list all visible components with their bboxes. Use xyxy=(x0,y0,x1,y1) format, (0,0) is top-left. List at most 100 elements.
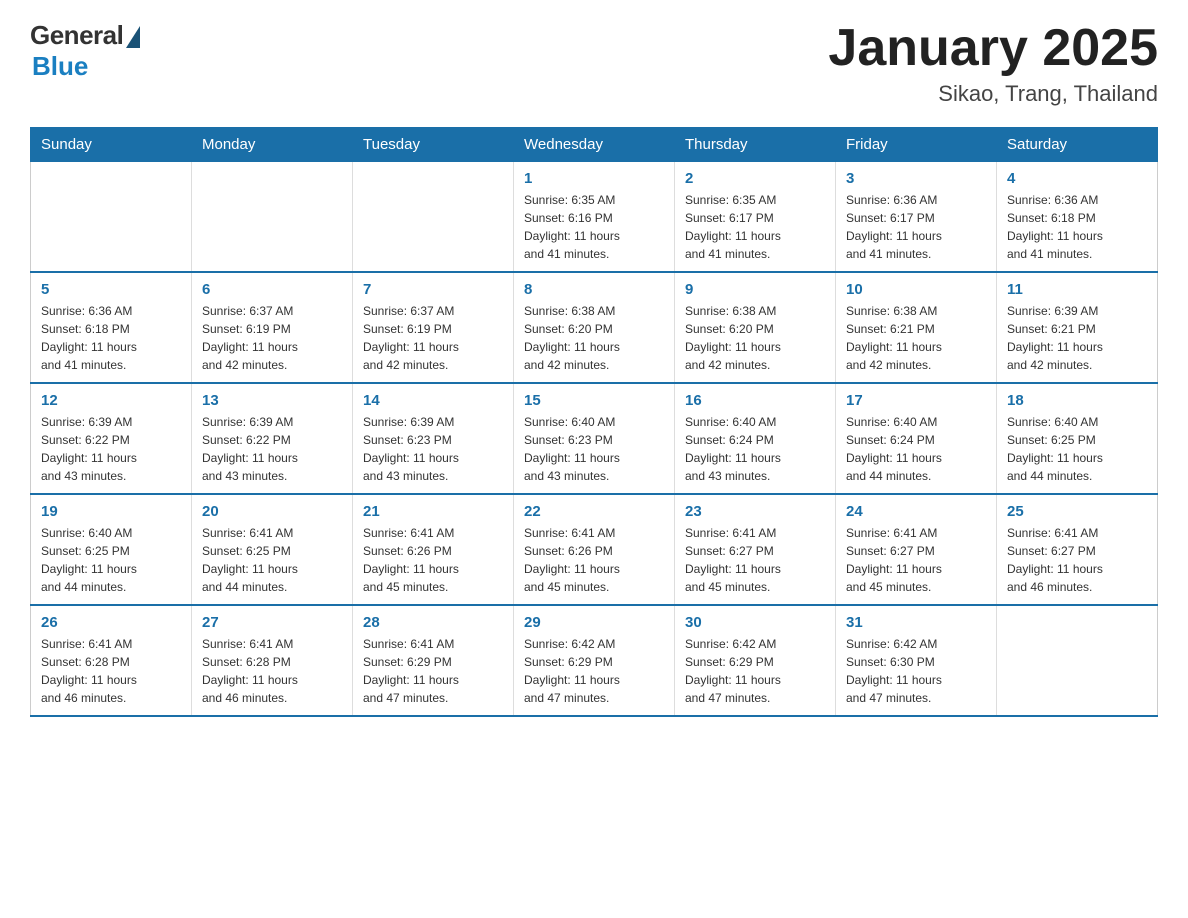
calendar-cell: 5Sunrise: 6:36 AM Sunset: 6:18 PM Daylig… xyxy=(31,272,192,383)
day-info: Sunrise: 6:41 AM Sunset: 6:27 PM Dayligh… xyxy=(685,524,825,596)
day-info: Sunrise: 6:36 AM Sunset: 6:17 PM Dayligh… xyxy=(846,191,986,263)
calendar-cell: 23 Sunrise: 6:41 AM Sunset: 6:27 PM Dayli… xyxy=(675,494,836,605)
day-info: Sunrise: 6:39 AM Sunset: 6:21 PM Dayligh… xyxy=(1007,302,1147,374)
day-number: 13 xyxy=(202,392,342,409)
day-number: 18 xyxy=(1007,392,1147,409)
day-number: 5 xyxy=(41,281,181,298)
calendar-week-row: 12Sunrise: 6:39 AM Sunset: 6:22 PM Dayli… xyxy=(31,383,1158,494)
logo: General Blue xyxy=(30,20,140,82)
day-info: Sunrise: 6:38 AM Sunset: 6:20 PM Dayligh… xyxy=(685,302,825,374)
calendar-cell: 13 Sunrise: 6:39 AM Sunset: 6:22 PM Dayli… xyxy=(192,383,353,494)
day-info: Sunrise: 6:37 AM Sunset: 6:19 PM Dayligh… xyxy=(363,302,503,374)
day-number: 21 xyxy=(363,503,503,520)
day-number: 10 xyxy=(846,281,986,298)
day-info: Sunrise: 6:42 AM Sunset: 6:29 PM Dayligh… xyxy=(524,635,664,707)
calendar-header-saturday: Saturday xyxy=(997,128,1158,162)
day-info: Sunrise: 6:39 AM Sunset: 6:22 PM Dayligh… xyxy=(202,413,342,485)
day-number: 14 xyxy=(363,392,503,409)
calendar-header-row: SundayMondayTuesdayWednesdayThursdayFrid… xyxy=(31,128,1158,162)
calendar-week-row: 26Sunrise: 6:41 AM Sunset: 6:28 PM Dayli… xyxy=(31,605,1158,716)
day-number: 3 xyxy=(846,170,986,187)
calendar-cell xyxy=(997,605,1158,716)
logo-general-text: General xyxy=(30,20,123,51)
calendar-cell: 31 Sunrise: 6:42 AM Sunset: 6:30 PM Dayli… xyxy=(836,605,997,716)
calendar-cell: 21Sunrise: 6:41 AM Sunset: 6:26 PM Dayli… xyxy=(353,494,514,605)
calendar-header-friday: Friday xyxy=(836,128,997,162)
day-number: 4 xyxy=(1007,170,1147,187)
calendar-cell: 26Sunrise: 6:41 AM Sunset: 6:28 PM Dayli… xyxy=(31,605,192,716)
day-info: Sunrise: 6:41 AM Sunset: 6:25 PM Dayligh… xyxy=(202,524,342,596)
day-info: Sunrise: 6:39 AM Sunset: 6:22 PM Dayligh… xyxy=(41,413,181,485)
calendar-cell: 10Sunrise: 6:38 AM Sunset: 6:21 PM Dayli… xyxy=(836,272,997,383)
page-header: General Blue January 2025 Sikao, Trang, … xyxy=(30,20,1158,107)
day-number: 31 xyxy=(846,614,986,631)
calendar-header-wednesday: Wednesday xyxy=(514,128,675,162)
day-number: 8 xyxy=(524,281,664,298)
day-number: 23 xyxy=(685,503,825,520)
calendar-cell: 14 Sunrise: 6:39 AM Sunset: 6:23 PM Dayli… xyxy=(353,383,514,494)
calendar-cell: 15 Sunrise: 6:40 AM Sunset: 6:23 PM Dayli… xyxy=(514,383,675,494)
day-info: Sunrise: 6:42 AM Sunset: 6:29 PM Dayligh… xyxy=(685,635,825,707)
day-info: Sunrise: 6:41 AM Sunset: 6:28 PM Dayligh… xyxy=(202,635,342,707)
calendar-cell xyxy=(353,162,514,273)
day-info: Sunrise: 6:41 AM Sunset: 6:29 PM Dayligh… xyxy=(363,635,503,707)
day-info: Sunrise: 6:38 AM Sunset: 6:20 PM Dayligh… xyxy=(524,302,664,374)
day-info: Sunrise: 6:35 AM Sunset: 6:17 PM Dayligh… xyxy=(685,191,825,263)
day-number: 28 xyxy=(363,614,503,631)
calendar-header-monday: Monday xyxy=(192,128,353,162)
day-info: Sunrise: 6:40 AM Sunset: 6:23 PM Dayligh… xyxy=(524,413,664,485)
day-number: 22 xyxy=(524,503,664,520)
calendar-cell: 19 Sunrise: 6:40 AM Sunset: 6:25 PM Dayli… xyxy=(31,494,192,605)
day-info: Sunrise: 6:41 AM Sunset: 6:27 PM Dayligh… xyxy=(1007,524,1147,596)
calendar-cell: 7 Sunrise: 6:37 AM Sunset: 6:19 PM Daylig… xyxy=(353,272,514,383)
day-info: Sunrise: 6:37 AM Sunset: 6:19 PM Dayligh… xyxy=(202,302,342,374)
day-info: Sunrise: 6:42 AM Sunset: 6:30 PM Dayligh… xyxy=(846,635,986,707)
month-year-title: January 2025 xyxy=(828,20,1158,77)
day-number: 15 xyxy=(524,392,664,409)
calendar-cell: 17 Sunrise: 6:40 AM Sunset: 6:24 PM Dayli… xyxy=(836,383,997,494)
day-info: Sunrise: 6:39 AM Sunset: 6:23 PM Dayligh… xyxy=(363,413,503,485)
logo-blue-text: Blue xyxy=(32,51,88,82)
calendar-cell: 27 Sunrise: 6:41 AM Sunset: 6:28 PM Dayli… xyxy=(192,605,353,716)
calendar-cell: 8 Sunrise: 6:38 AM Sunset: 6:20 PM Daylig… xyxy=(514,272,675,383)
day-info: Sunrise: 6:41 AM Sunset: 6:27 PM Dayligh… xyxy=(846,524,986,596)
day-number: 30 xyxy=(685,614,825,631)
calendar-cell: 9 Sunrise: 6:38 AM Sunset: 6:20 PM Daylig… xyxy=(675,272,836,383)
day-info: Sunrise: 6:40 AM Sunset: 6:24 PM Dayligh… xyxy=(685,413,825,485)
day-number: 29 xyxy=(524,614,664,631)
day-number: 24 xyxy=(846,503,986,520)
day-number: 20 xyxy=(202,503,342,520)
calendar-cell: 12Sunrise: 6:39 AM Sunset: 6:22 PM Dayli… xyxy=(31,383,192,494)
calendar-cell xyxy=(31,162,192,273)
day-info: Sunrise: 6:40 AM Sunset: 6:25 PM Dayligh… xyxy=(1007,413,1147,485)
day-number: 2 xyxy=(685,170,825,187)
calendar-cell: 1Sunrise: 6:35 AM Sunset: 6:16 PM Daylig… xyxy=(514,162,675,273)
calendar-week-row: 5Sunrise: 6:36 AM Sunset: 6:18 PM Daylig… xyxy=(31,272,1158,383)
day-number: 27 xyxy=(202,614,342,631)
calendar-cell: 22Sunrise: 6:41 AM Sunset: 6:26 PM Dayli… xyxy=(514,494,675,605)
day-number: 16 xyxy=(685,392,825,409)
day-info: Sunrise: 6:35 AM Sunset: 6:16 PM Dayligh… xyxy=(524,191,664,263)
day-info: Sunrise: 6:36 AM Sunset: 6:18 PM Dayligh… xyxy=(1007,191,1147,263)
calendar-cell: 18 Sunrise: 6:40 AM Sunset: 6:25 PM Dayli… xyxy=(997,383,1158,494)
day-info: Sunrise: 6:41 AM Sunset: 6:28 PM Dayligh… xyxy=(41,635,181,707)
calendar-header-tuesday: Tuesday xyxy=(353,128,514,162)
calendar-week-row: 19 Sunrise: 6:40 AM Sunset: 6:25 PM Dayli… xyxy=(31,494,1158,605)
calendar-cell: 29 Sunrise: 6:42 AM Sunset: 6:29 PM Dayli… xyxy=(514,605,675,716)
day-info: Sunrise: 6:40 AM Sunset: 6:25 PM Dayligh… xyxy=(41,524,181,596)
calendar-header-sunday: Sunday xyxy=(31,128,192,162)
day-number: 7 xyxy=(363,281,503,298)
calendar-header-thursday: Thursday xyxy=(675,128,836,162)
calendar-cell: 30 Sunrise: 6:42 AM Sunset: 6:29 PM Dayli… xyxy=(675,605,836,716)
day-number: 17 xyxy=(846,392,986,409)
day-number: 9 xyxy=(685,281,825,298)
calendar-cell: 20 Sunrise: 6:41 AM Sunset: 6:25 PM Dayli… xyxy=(192,494,353,605)
day-number: 11 xyxy=(1007,281,1147,298)
day-number: 19 xyxy=(41,503,181,520)
calendar-cell: 11 Sunrise: 6:39 AM Sunset: 6:21 PM Dayli… xyxy=(997,272,1158,383)
calendar-cell: 25Sunrise: 6:41 AM Sunset: 6:27 PM Dayli… xyxy=(997,494,1158,605)
calendar-cell: 28 Sunrise: 6:41 AM Sunset: 6:29 PM Dayli… xyxy=(353,605,514,716)
calendar-cell: 16 Sunrise: 6:40 AM Sunset: 6:24 PM Dayli… xyxy=(675,383,836,494)
title-section: January 2025 Sikao, Trang, Thailand xyxy=(828,20,1158,107)
day-info: Sunrise: 6:40 AM Sunset: 6:24 PM Dayligh… xyxy=(846,413,986,485)
